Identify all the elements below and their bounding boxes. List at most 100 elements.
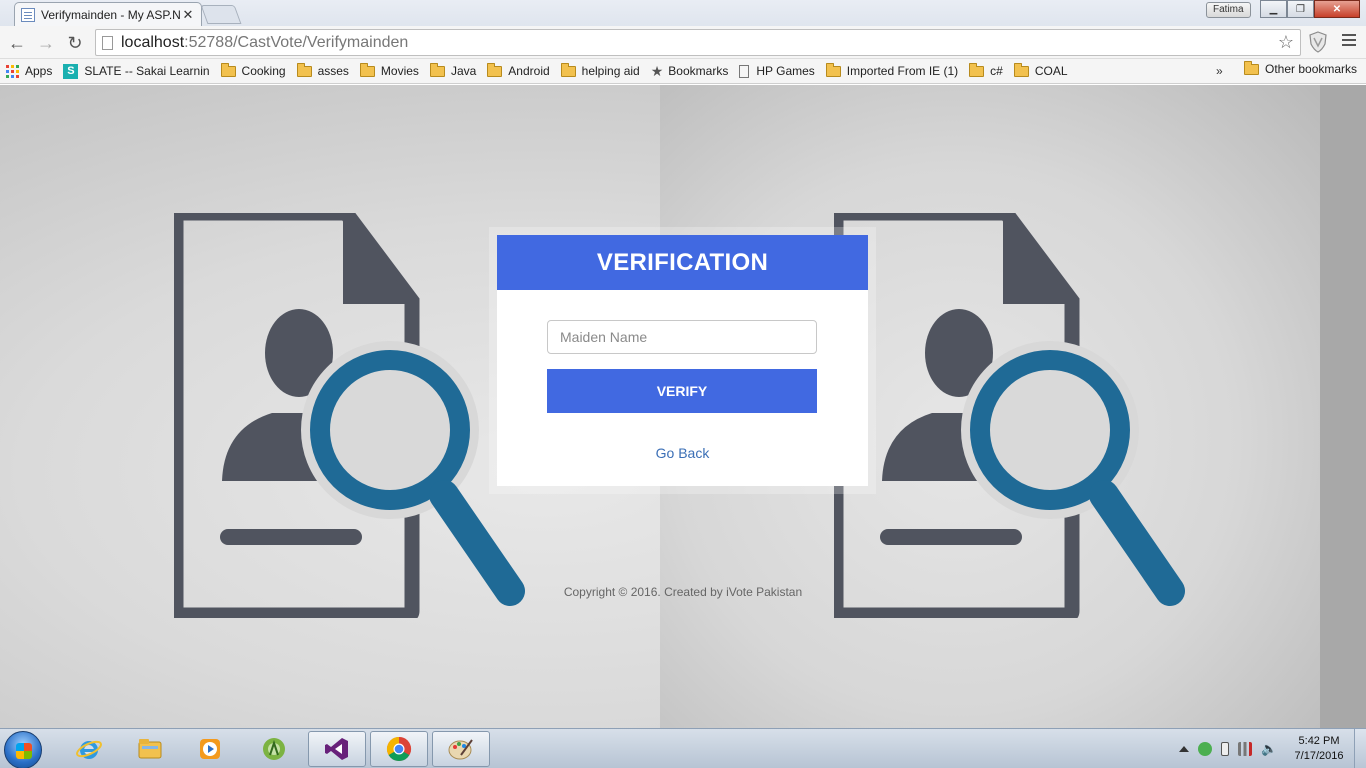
- minimize-button[interactable]: ▁: [1260, 0, 1287, 18]
- bookmark-star-icon[interactable]: ☆: [1278, 32, 1294, 53]
- bookmark-other-bookmarks[interactable]: Other bookmarks: [1244, 60, 1358, 76]
- bookmark-label: asses: [317, 64, 349, 78]
- bookmark-bookmarks[interactable]: ★ Bookmarks: [651, 63, 729, 80]
- page-icon: [739, 64, 750, 78]
- bookmark-folder-cooking[interactable]: Cooking: [220, 62, 286, 78]
- taskbar-chrome[interactable]: [370, 731, 428, 767]
- security-center-icon[interactable]: [1198, 742, 1212, 756]
- browser-tab-strip: Verifymainden - My ASP.N ✕ Fatima ▁ ❐ ✕: [0, 0, 1366, 26]
- folder-icon: [1013, 62, 1029, 77]
- show-hidden-icons-icon[interactable]: [1179, 746, 1189, 752]
- bookmark-folder-imported-ie[interactable]: Imported From IE (1): [825, 62, 959, 78]
- page-favicon-icon: [21, 7, 35, 22]
- taskbar-internet-explorer[interactable]: [60, 731, 118, 767]
- address-bar[interactable]: localhost:52788/CastVote/Verifymainden ☆: [95, 29, 1301, 56]
- chrome-icon: [386, 737, 412, 762]
- new-tab-button[interactable]: [200, 5, 242, 24]
- browser-tab[interactable]: Verifymainden - My ASP.N ✕: [14, 2, 202, 26]
- system-tray: 🔈 5:42 PM 7/17/2016: [1179, 729, 1366, 768]
- bookmark-label: Android: [508, 64, 550, 78]
- background-edge: [1320, 85, 1366, 728]
- internet-explorer-icon: [76, 740, 102, 759]
- clock-date: 7/17/2016: [1294, 750, 1344, 762]
- windows-taskbar: 🔈 5:42 PM 7/17/2016: [0, 728, 1366, 768]
- folder-icon: [220, 62, 236, 77]
- window-controls: ▁ ❐ ✕: [1260, 0, 1360, 18]
- taskbar-visual-studio[interactable]: [308, 731, 366, 767]
- bookmark-label: Java: [450, 64, 477, 78]
- star-icon: ★: [650, 62, 664, 79]
- chrome-menu-icon[interactable]: [1342, 34, 1356, 49]
- verification-card: VERIFICATION VERIFY Go Back: [497, 235, 868, 486]
- paint-icon: [448, 739, 473, 760]
- forward-arrow-icon[interactable]: →: [35, 32, 57, 54]
- go-back-link[interactable]: Go Back: [497, 445, 868, 461]
- folder-icon: [969, 62, 985, 77]
- taskbar-file-explorer[interactable]: [121, 731, 179, 767]
- bookmark-folder-android[interactable]: Android: [487, 62, 550, 78]
- tab-close-icon[interactable]: ✕: [181, 7, 195, 23]
- bookmark-label: Other bookmarks: [1265, 62, 1358, 76]
- network-icon[interactable]: [1238, 742, 1252, 756]
- bookmark-label: Apps: [25, 64, 53, 78]
- volume-icon[interactable]: 🔈: [1261, 742, 1277, 756]
- taskbar-paint[interactable]: [432, 731, 490, 767]
- bookmark-folder-movies[interactable]: Movies: [359, 62, 419, 78]
- browser-toolbar: ← → ↻ localhost:52788/CastVote/Verifymai…: [0, 26, 1366, 59]
- bookmark-label: COAL: [1034, 64, 1068, 78]
- bookmark-folder-csharp[interactable]: c#: [969, 62, 1003, 78]
- reload-icon[interactable]: ↻: [64, 32, 86, 54]
- back-arrow-icon[interactable]: ←: [6, 32, 28, 54]
- profile-search-illustration-icon: [834, 213, 1185, 618]
- bookmark-label: Imported From IE (1): [846, 64, 959, 78]
- bookmark-label: SLATE -- Sakai Learnin: [84, 64, 210, 78]
- folder-icon: [560, 62, 576, 77]
- bookmarks-overflow-chevron-icon[interactable]: »: [1216, 64, 1223, 78]
- folder-icon: [487, 62, 503, 77]
- slate-icon: S: [63, 63, 79, 79]
- maiden-name-input[interactable]: [547, 320, 817, 354]
- folder-icon: [296, 62, 312, 77]
- bookmark-folder-asses[interactable]: asses: [296, 62, 349, 78]
- bookmark-label: HP Games: [756, 64, 815, 78]
- folder-icon: [1244, 60, 1259, 75]
- taskbar-media-player[interactable]: [181, 731, 239, 767]
- page-content: VERIFICATION VERIFY Go Back Copyright © …: [0, 85, 1366, 728]
- page-icon: [102, 35, 113, 50]
- close-window-button[interactable]: ✕: [1314, 0, 1360, 18]
- bookmark-hp-games[interactable]: HP Games: [739, 64, 815, 78]
- copyright-text: Copyright © 2016. Created by iVote Pakis…: [563, 585, 803, 599]
- clock-time: 5:42 PM: [1298, 735, 1340, 747]
- android-studio-icon: [263, 738, 285, 760]
- clock[interactable]: 5:42 PM 7/17/2016: [1284, 734, 1354, 764]
- visual-studio-icon: [325, 738, 348, 760]
- battery-icon[interactable]: [1221, 742, 1229, 756]
- card-title: VERIFICATION: [497, 235, 868, 290]
- bookmark-label: Bookmarks: [668, 64, 729, 78]
- tab-title: Verifymainden - My ASP.N: [41, 7, 181, 22]
- bookmark-label: Movies: [380, 64, 419, 78]
- folder-icon: [825, 62, 841, 77]
- bookmark-apps[interactable]: Apps: [6, 64, 52, 78]
- file-explorer-icon: [138, 739, 162, 759]
- taskbar-android-studio[interactable]: [245, 731, 303, 767]
- url-host: localhost: [121, 33, 185, 51]
- bookmark-folder-helping-aid[interactable]: helping aid: [560, 62, 640, 78]
- maximize-button[interactable]: ❐: [1287, 0, 1314, 18]
- bookmarks-bar: Apps S SLATE -- Sakai Learnin Cooking as…: [0, 59, 1366, 84]
- bookmark-folder-coal[interactable]: COAL: [1013, 62, 1068, 78]
- url-path: :52788/CastVote/Verifymainden: [184, 33, 409, 51]
- bookmark-slate[interactable]: S SLATE -- Sakai Learnin: [63, 63, 210, 79]
- profile-search-illustration-icon: [174, 213, 525, 618]
- show-desktop-button[interactable]: [1354, 729, 1366, 768]
- bookmark-label: helping aid: [581, 64, 640, 78]
- apps-grid-icon: [6, 64, 19, 78]
- shield-extension-icon[interactable]: [1309, 31, 1327, 53]
- profile-badge[interactable]: Fatima: [1206, 2, 1251, 18]
- verify-button[interactable]: VERIFY: [547, 369, 817, 413]
- start-button[interactable]: [4, 731, 42, 768]
- folder-icon: [359, 62, 375, 77]
- bookmark-folder-java[interactable]: Java: [429, 62, 477, 78]
- bookmark-label: c#: [990, 64, 1003, 78]
- bookmark-label: Cooking: [241, 64, 286, 78]
